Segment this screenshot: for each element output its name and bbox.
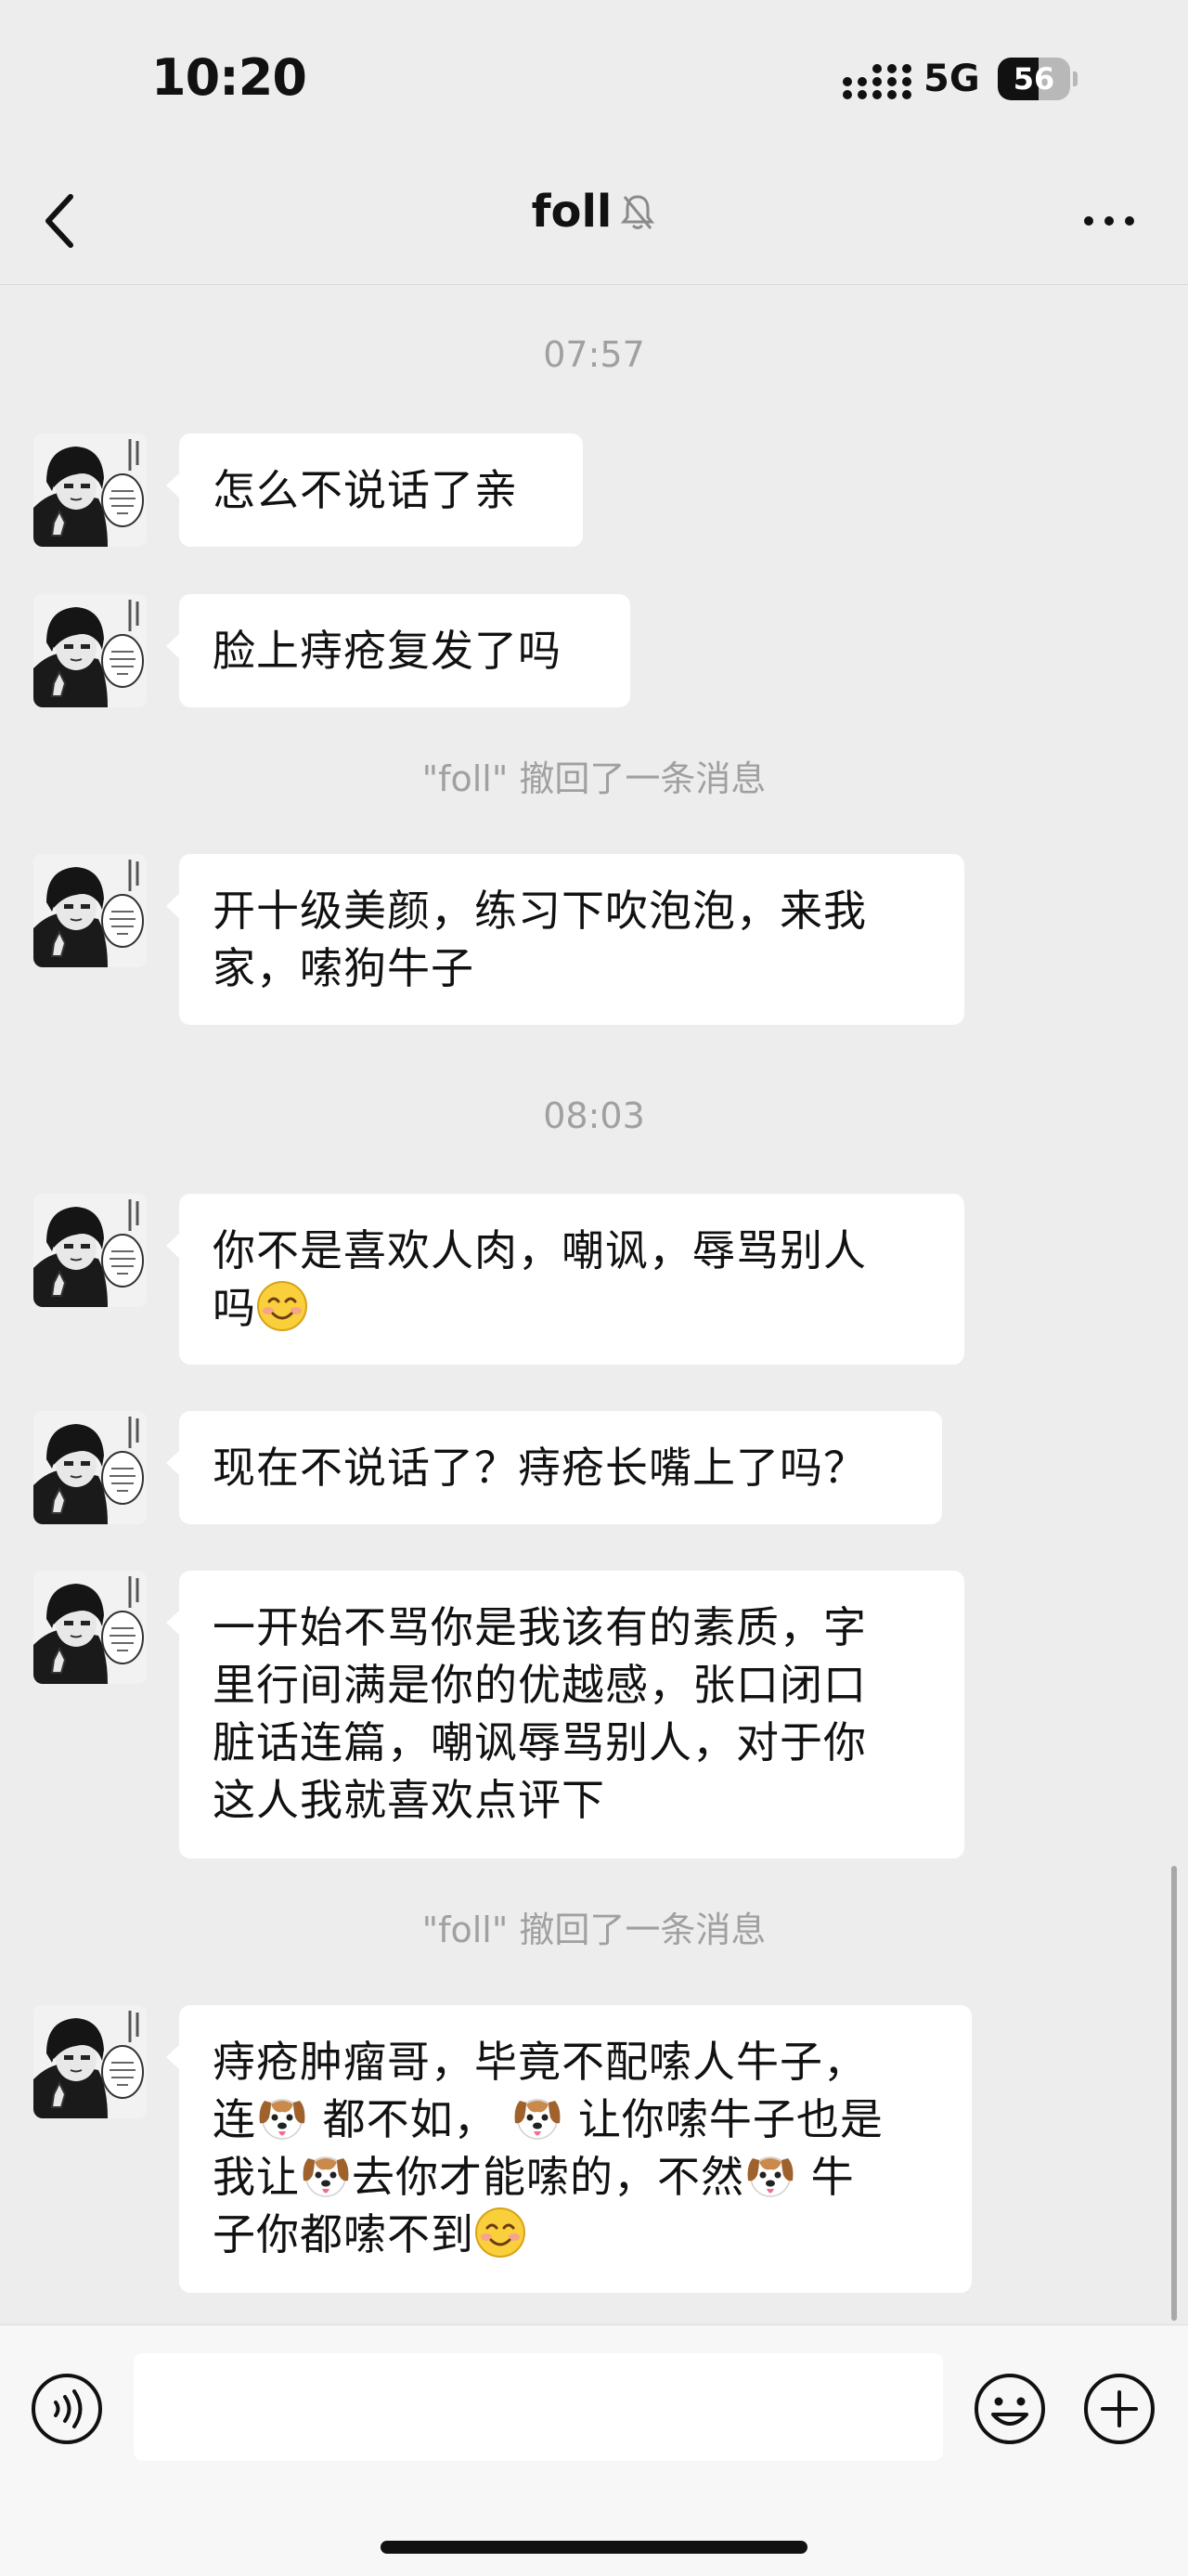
message-text: 怎么不说话了亲 [213,465,518,515]
plus-icon[interactable] [1082,2372,1156,2446]
battery-level: 56 [1013,61,1055,97]
avatar[interactable] [33,1411,147,1524]
message-line: 里行间满是你的优越感，张口闭口 [213,1660,867,1710]
avatar[interactable] [33,1194,147,1307]
bell-slash-icon [621,195,655,229]
message-bubble[interactable]: 开十级美颜，练习下吹泡泡，来我 家，嗦狗牛子 [166,854,964,1025]
status-bar: 10:20 5G 56 [0,0,1188,158]
message-bubble[interactable]: 怎么不说话了亲 [166,434,583,547]
input-bar [0,2324,1188,2576]
scrollbar[interactable] [1171,1866,1177,2321]
timestamp: 07:57 [543,334,645,375]
message-segment: 牛 [810,2152,855,2202]
message-line: 家，嗦狗牛子 [213,943,474,993]
dog-face-emoji [744,2149,796,2201]
message-input[interactable] [134,2353,943,2461]
message-line: 一开始不骂你是我该有的素质，字 [213,1602,867,1652]
chat-header: foll [0,158,1188,285]
message-segment: 去你才能嗦的，不然 [352,2152,744,2202]
message-bubble[interactable]: 一开始不骂你是我该有的素质，字 里行间满是你的优越感，张口闭口 脏话连篇，嘲讽辱… [166,1571,964,1858]
message-line: 脏话连篇，嘲讽辱骂别人，对于你 [213,1717,867,1767]
voice-icon[interactable] [30,2372,104,2446]
message-text: 现在不说话了？痔疮长嘴上了吗？ [213,1443,867,1493]
message-bubble[interactable]: 脸上痔疮复发了吗 [166,594,630,707]
message-line: 你不是喜欢人肉，嘲讽，辱骂别人 [213,1225,867,1275]
message-line: 开十级美颜，练习下吹泡泡，来我 [213,886,867,936]
smiling-face-emoji [474,2207,526,2259]
message-line: 这人我就喜欢点评下 [213,1775,605,1825]
battery-icon: 56 [998,58,1079,100]
message-segment: 连 [213,2094,256,2144]
recall-notice: "foll" 撤回了一条消息 [421,758,767,799]
message-line: 痔疮肿瘤哥，毕竟不配嗦人牛子， [213,2037,867,2087]
dog-face-emoji [300,2149,352,2201]
avatar[interactable] [33,2005,147,2118]
ellipsis-icon[interactable] [1077,193,1142,249]
message-text: 脸上痔疮复发了吗 [213,626,562,676]
message-bubble[interactable]: 痔疮肿瘤哥，毕竟不配嗦人牛子， 连 都不如， 让你嗦牛子也是 我让 去你才能嗦的，… [166,2005,972,2293]
dog-face-emoji [511,2091,563,2143]
recall-notice: "foll" 撤回了一条消息 [421,1909,767,1950]
dog-face-emoji [256,2091,308,2143]
avatar[interactable] [33,594,147,707]
chat-title: foll [531,186,613,238]
network-type: 5G [923,58,980,100]
message-segment: 让你嗦牛子也是 [577,2094,884,2144]
avatar[interactable] [33,854,147,967]
home-indicator[interactable] [381,2541,807,2554]
smiling-face-emoji [256,1280,308,1332]
message-segment: 都不如， [322,2094,497,2144]
message-bubble[interactable]: 现在不说话了？痔疮长嘴上了吗？ [166,1411,942,1524]
emoji-icon[interactable] [973,2372,1047,2446]
signal-icon [843,64,911,99]
avatar[interactable] [33,434,147,547]
status-time: 10:20 [151,48,307,107]
timestamp: 08:03 [543,1095,645,1136]
avatar[interactable] [33,1571,147,1684]
message-segment: 子你都嗦不到 [213,2209,474,2259]
message-line: 吗 [213,1283,256,1333]
message-segment: 我让 [213,2152,300,2202]
message-bubble[interactable]: 你不是喜欢人肉，嘲讽，辱骂别人 吗 [166,1194,964,1365]
